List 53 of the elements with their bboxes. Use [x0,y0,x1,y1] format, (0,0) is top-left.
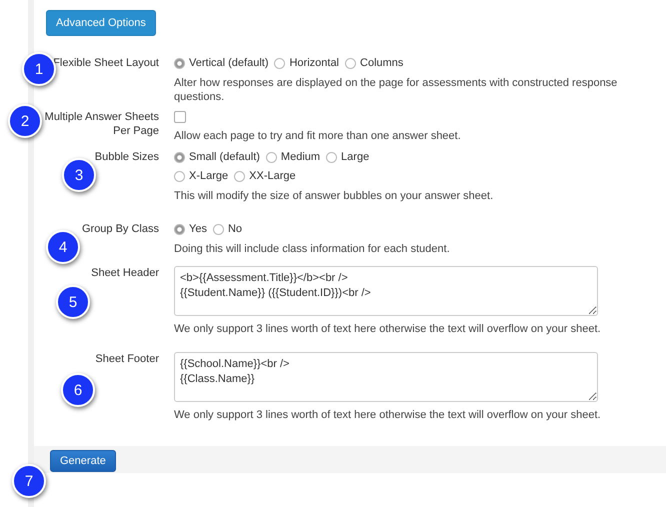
field-label: Sheet Header [91,266,159,280]
radio-button[interactable] [174,152,185,162]
option-label: No [228,222,242,236]
option-label: XX-Large [249,169,296,183]
field-label: Group By Class [82,222,159,236]
help-text: We only support 3 lines worth of text here otherwise the text will overflow on your sheet. [174,322,602,336]
radio-button[interactable] [326,152,338,162]
step-number-marker: 5 [56,285,90,319]
step-number-marker: 4 [46,230,80,264]
option-label: Columns [360,56,404,70]
radio-button[interactable] [174,58,185,68]
radio-option[interactable]: Large [326,150,370,164]
radio-option[interactable]: Columns [345,56,404,70]
generate-button[interactable]: Generate [50,450,116,472]
radio-option[interactable]: Vertical (default) [174,56,268,70]
radio-option[interactable]: Yes [174,222,207,236]
field-label: Sheet Footer [95,352,159,366]
checkbox[interactable] [174,111,186,123]
radio-button[interactable] [174,170,185,182]
text-area[interactable]: {{School.Name}}<br /> {{Class.Name}} [174,352,598,402]
radio-button[interactable] [212,224,224,234]
radio-option[interactable]: Horizontal [274,56,340,70]
help-text: This will modify the size of answer bubbles on your answer sheet. [174,189,494,203]
radio-button[interactable] [345,58,356,68]
option-label: Small (default) [189,150,260,164]
help-text: We only support 3 lines worth of text here otherwise the text will overflow on your sheet. [174,408,602,422]
option-label: Yes [189,222,207,236]
radio-option[interactable]: Medium [266,150,320,164]
help-text: Alter how responses are displayed on the page for assessments with constructed response questions. [174,76,618,104]
radio-button[interactable] [274,58,286,68]
option-label: Horizontal [289,56,340,70]
option-label: Large [341,150,370,164]
help-text: Allow each page to try and fit more than one answer sheet. [174,129,462,143]
radio-option[interactable]: X-Large [174,169,228,183]
field-label: Multiple Answer Sheets Per Page [44,110,159,138]
radio-option[interactable]: XX-Large [234,169,296,183]
option-label: X-Large [189,169,228,183]
advanced-options-button[interactable]: Advanced Options [46,10,156,36]
radio-option[interactable]: Small (default) [174,150,260,164]
step-number-marker: 7 [12,464,46,498]
radio-button[interactable] [174,224,185,234]
field-label: Flexible Sheet Layout [53,56,159,70]
option-label: Medium [280,150,320,164]
step-number-marker: 3 [62,158,96,192]
radio-option[interactable]: No [212,222,242,236]
help-text: Doing this will include class information for each student. [174,242,451,256]
radio-button[interactable] [266,152,277,162]
field-label: Bubble Sizes [94,150,159,164]
text-area[interactable]: <b>{{Assessment.Title}}</b><br /> {{Student.Name}} ({{Student.ID}})<br /> [174,266,598,316]
option-label: Vertical (default) [189,56,268,70]
step-number-marker: 6 [61,373,95,407]
step-number-marker: 2 [8,104,42,138]
radio-button[interactable] [234,170,246,182]
